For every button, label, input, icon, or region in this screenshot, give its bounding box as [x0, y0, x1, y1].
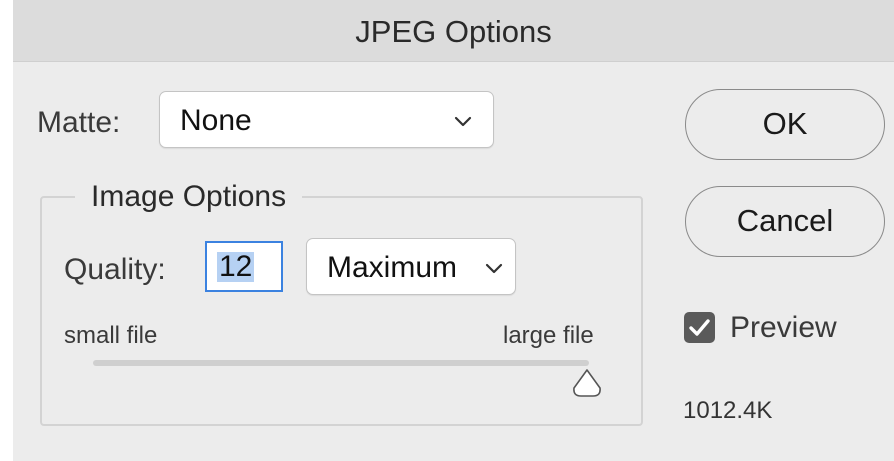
quality-input[interactable]: 12 [205, 241, 283, 292]
cancel-button[interactable]: Cancel [685, 186, 885, 257]
matte-select-value: None [180, 104, 252, 137]
ok-button[interactable]: OK [685, 89, 885, 160]
jpeg-options-dialog: JPEG Options Matte: None Image Options Q… [13, 0, 894, 461]
quality-input-value: 12 [217, 250, 255, 283]
quality-slider-track[interactable] [93, 360, 589, 366]
chevron-down-icon [485, 263, 503, 274]
slider-min-label: small file [64, 322, 158, 349]
preview-checkbox[interactable] [684, 312, 715, 343]
quality-preset-value: Maximum [327, 251, 458, 284]
file-size-readout: 1012.4K [683, 397, 773, 424]
title-bar: JPEG Options [13, 0, 894, 62]
quality-preset-select[interactable]: Maximum [306, 238, 516, 295]
checkmark-icon [689, 319, 710, 336]
preview-label: Preview [730, 311, 837, 344]
matte-label: Matte: [37, 106, 121, 139]
slider-max-label: large file [503, 322, 594, 349]
quality-label: Quality: [64, 253, 166, 286]
image-options-group [40, 196, 643, 426]
image-options-group-title: Image Options [75, 180, 303, 214]
quality-slider-thumb[interactable] [571, 368, 603, 398]
chevron-down-icon [454, 116, 472, 127]
matte-select[interactable]: None [159, 91, 494, 148]
dialog-title: JPEG Options [355, 14, 552, 49]
